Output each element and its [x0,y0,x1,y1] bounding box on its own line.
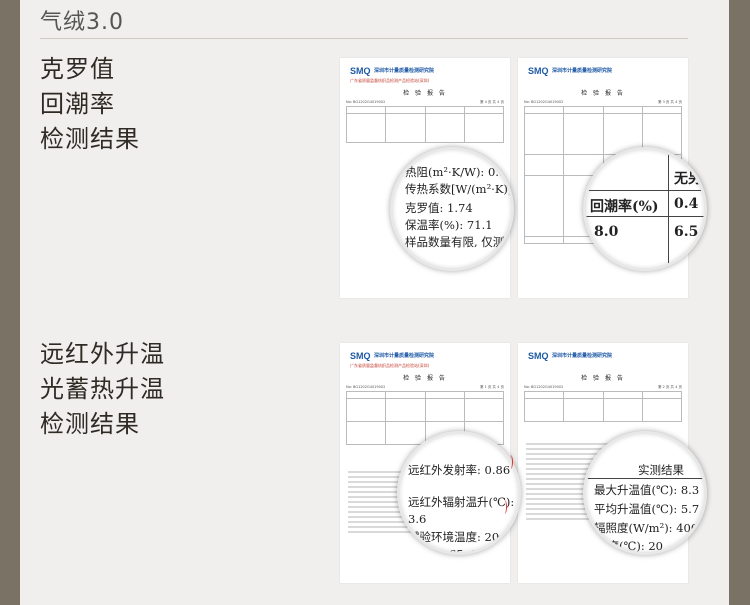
mag-text: 6.5 [674,224,699,240]
mag-text: 无另 [674,171,702,187]
report-number: No: BG1202G4019002 [346,100,386,104]
mag-text: 最大升温值(℃): 8.3 [594,483,700,497]
mag-text: 3.6 [408,512,427,526]
smq-logo: SMQ [350,351,371,361]
report-org: 深圳市计量质量检测研究院 [552,68,613,74]
mag-text: 8.0 [594,224,619,240]
report-subtitle: 广东省质量监督纺织品检测产品检验站(深圳) [350,363,430,368]
mag-text: 传热系数[W/(m²·K)] [405,182,513,196]
mag-text: 远红外发射率: 0.86 [408,463,511,477]
mag-text: 平均升温值(℃): 5.7 [594,502,700,516]
report-table [345,106,505,143]
mag-text: 热阻(m²·K/W): 0.1 [405,165,507,179]
section-line: 检测结果 [40,410,140,438]
content-card: 气绒3.0 克罗值 回潮率 检测结果 SMQ 深圳市计量质量检测研究院 广东省质… [20,0,729,605]
smq-logo: SMQ [350,66,371,76]
report-org: 深圳市计量质量检测研究院 [374,68,435,74]
section-line: 光蓄热升温 [40,375,165,403]
report-page: 第 4 页 共 4 页 [479,100,504,104]
report-table [523,391,683,422]
magnifier-far-infrared: 远红外发射率: 0.86 远红外辐射温升(℃): 3.6 试验环境温度: 20.… [397,431,521,555]
report-page: 第 2 页 共 4 页 [657,385,682,389]
magnifier-light-heat: 实测结果 最大升温值(℃): 8.3 平均升温值(℃): 5.7 辐照度(W/m… [583,431,707,555]
mag-text: 0.4 [674,196,699,212]
report-subtitle: 广东省质量监督纺织品检测产品检验站(深圳) [350,78,430,83]
mag-text: 克罗值: 1.74 [405,201,473,215]
report-number: No: BG1202G4019002 [346,385,386,389]
report-title: 检 验 报 告 [581,90,625,97]
mag-text: 温度(℃): 20 [596,539,664,553]
section-title-clo: 克罗值 回潮率 检测结果 [40,52,140,157]
mag-text: 试验环境温度: 20.3 [408,530,511,544]
title-divider [40,38,688,39]
report-title: 检 验 报 告 [403,90,447,97]
report-number: No: BG1202G4019002 [524,100,564,104]
section-title-far-infrared: 远红外升温 光蓄热升温 检测结果 [40,337,165,442]
page-title: 气绒3.0 [40,10,124,35]
red-annotation-mark [508,455,513,469]
mag-text: 实测结果 [638,463,684,477]
magnifier-clo: 热阻(m²·K/W): 0.1 传热系数[W/(m²·K)] 克罗值: 1.74… [390,147,514,271]
mag-text: 辐照度(W/m²): 400 [594,521,699,535]
mag-text: 远红外辐射温升(℃): [408,495,515,509]
section-line: 检测结果 [40,125,140,153]
report-number: No: BG1202G4019002 [524,385,564,389]
report-org: 深圳市计量质量检测研究院 [552,353,613,359]
mag-text: 保温率(%): 71.1 [405,218,493,232]
magnifier-regain: 无另 回潮率(%) 0.4 8.0 6.5 [583,147,707,271]
report-title: 检 验 报 告 [581,375,625,382]
smq-logo: SMQ [528,66,549,76]
section-line: 克罗值 [40,55,115,83]
section-line: 回潮率 [40,90,115,118]
report-title: 检 验 报 告 [403,375,447,382]
mag-text: 样品数量有限, 仅测 [405,235,505,249]
red-annotation-mark [502,500,507,514]
report-page: 第 1 页 共 4 页 [479,385,504,389]
section-line: 远红外升温 [40,340,165,368]
mag-text: 回潮率(%) [590,199,659,215]
smq-logo: SMQ [528,351,549,361]
report-org: 深圳市计量质量检测研究院 [374,353,435,359]
report-page: 第 3 页 共 4 页 [657,100,682,104]
